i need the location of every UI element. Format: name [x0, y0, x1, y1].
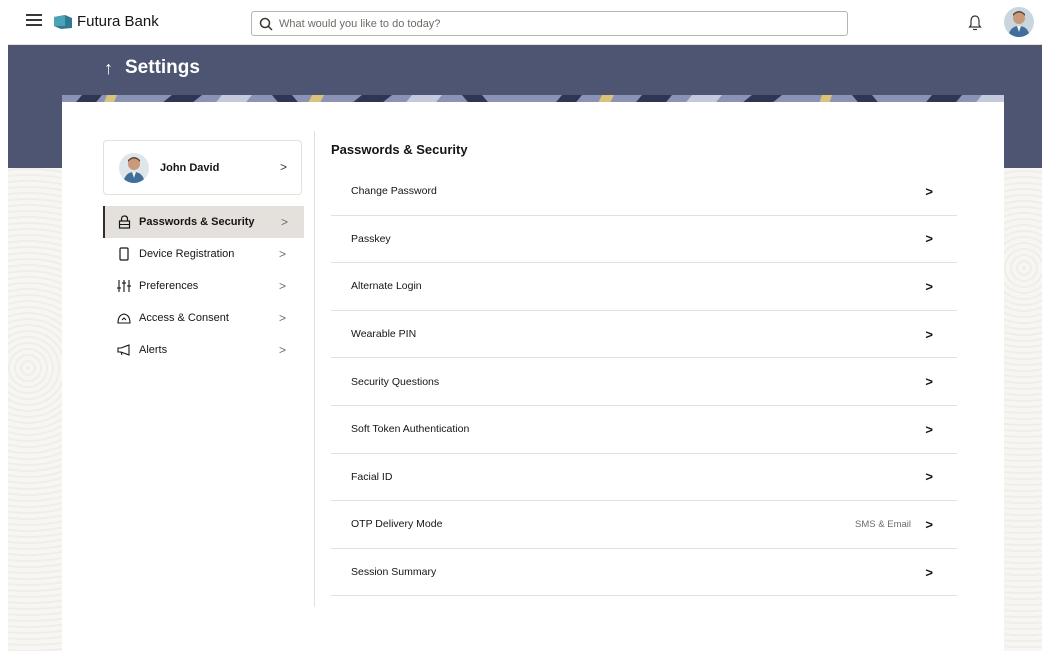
chevron-right-icon: >	[281, 215, 289, 229]
background-pattern-left	[8, 168, 62, 651]
list-item-security-questions[interactable]: Security Questions >	[331, 358, 957, 406]
brand-name[interactable]: Futura Bank	[77, 13, 159, 30]
sidebar-item-alerts[interactable]: Alerts >	[103, 334, 304, 366]
list-item-soft-token-authentication[interactable]: Soft Token Authentication >	[331, 406, 957, 454]
profile-card[interactable]: John David >	[103, 140, 302, 195]
chevron-right-icon: >	[925, 374, 933, 390]
notification-bell-icon[interactable]	[968, 14, 982, 32]
list-item-label: Change Password	[351, 185, 437, 198]
sidebar-item-access-consent[interactable]: Access & Consent >	[103, 302, 304, 334]
sidebar-item-device-registration[interactable]: Device Registration >	[103, 238, 304, 270]
user-avatar[interactable]	[1004, 7, 1034, 37]
chevron-right-icon: >	[925, 326, 933, 342]
sidebar-item-label: Device Registration	[139, 248, 235, 260]
chevron-right-icon: >	[925, 231, 933, 247]
chevron-right-icon: >	[925, 278, 933, 294]
list-item-label: Passkey	[351, 232, 391, 245]
chevron-right-icon: >	[925, 183, 933, 199]
back-arrow-icon[interactable]: ↑	[104, 58, 113, 79]
sidebar-item-label: Passwords & Security	[139, 216, 255, 228]
background-pattern-right	[1004, 168, 1042, 651]
list-item-otp-delivery-mode[interactable]: OTP Delivery Mode SMS & Email >	[331, 501, 957, 549]
page-title-text: Settings	[125, 57, 200, 78]
list-item-label: Soft Token Authentication	[351, 423, 470, 436]
futura-bank-logo-icon[interactable]	[53, 14, 73, 30]
list-item-wearable-pin[interactable]: Wearable PIN >	[331, 311, 957, 359]
chevron-right-icon: >	[279, 311, 287, 325]
list-item-label: Session Summary	[351, 566, 437, 579]
search-bar[interactable]	[251, 11, 848, 36]
profile-avatar	[119, 153, 149, 183]
chevron-right-icon: >	[279, 279, 287, 293]
profile-name: John David	[160, 162, 220, 174]
list-item-alternate-login[interactable]: Alternate Login >	[331, 263, 957, 311]
list-item-label: Wearable PIN	[351, 328, 417, 341]
sidebar-item-preferences[interactable]: Preferences >	[103, 270, 304, 302]
list-item-label: OTP Delivery Mode	[351, 518, 443, 531]
chevron-right-icon: >	[280, 160, 288, 174]
chevron-right-icon: >	[279, 247, 287, 261]
sidebar-item-label: Preferences	[139, 280, 199, 292]
list-item-session-summary[interactable]: Session Summary >	[331, 549, 957, 597]
hamburger-menu-icon[interactable]	[26, 14, 42, 28]
chevron-right-icon: >	[925, 421, 933, 437]
chevron-right-icon: >	[925, 516, 933, 532]
list-item-change-password[interactable]: Change Password >	[331, 168, 957, 216]
chevron-right-icon: >	[279, 343, 287, 357]
sidebar-item-label: Alerts	[139, 344, 168, 356]
top-bar: Futura Bank	[0, 0, 1042, 45]
list-item-label: Security Questions	[351, 375, 440, 388]
megaphone-icon	[117, 343, 131, 357]
list-item-label: Alternate Login	[351, 280, 422, 293]
settings-list: Change Password > Passkey > Alternate Lo…	[331, 168, 957, 597]
search-input[interactable]	[279, 17, 839, 30]
page-edge	[0, 0, 8, 651]
consent-icon	[117, 311, 131, 325]
section-title: Passwords & Security	[331, 142, 468, 157]
list-item-facial-id[interactable]: Facial ID >	[331, 454, 957, 502]
chevron-right-icon: >	[925, 564, 933, 580]
lock-icon	[117, 215, 131, 229]
sidebar-item-label: Access & Consent	[139, 312, 229, 324]
page-title: ↑ Settings	[104, 57, 200, 79]
sliders-icon	[117, 279, 131, 293]
list-item-label: Facial ID	[351, 470, 393, 483]
settings-sidebar: Passwords & Security > Device Registrati…	[103, 206, 304, 366]
list-item-passkey[interactable]: Passkey >	[331, 216, 957, 264]
otp-delivery-mode-value: SMS & Email	[855, 518, 911, 530]
mobile-icon	[117, 247, 131, 261]
chevron-right-icon: >	[925, 469, 933, 485]
search-icon	[259, 17, 273, 31]
sidebar-item-passwords-security[interactable]: Passwords & Security >	[103, 206, 304, 238]
vertical-divider	[314, 131, 315, 607]
